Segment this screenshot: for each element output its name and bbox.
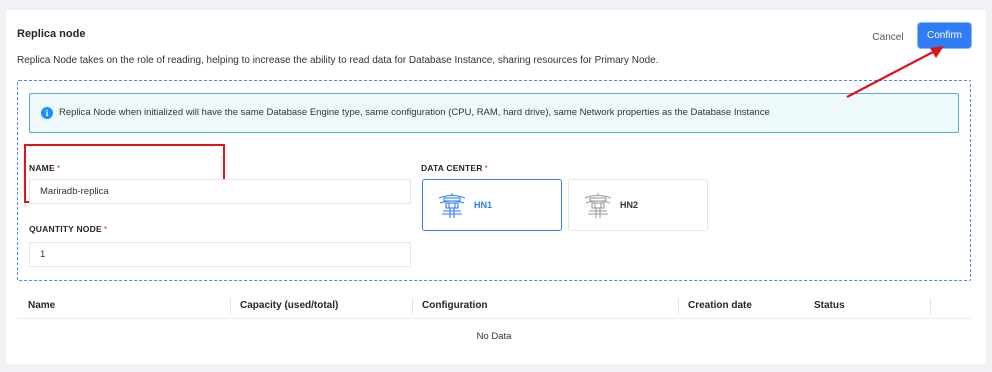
required-mark: * <box>484 163 489 173</box>
info-icon: i <box>41 107 53 119</box>
table-empty-text: No Data <box>476 331 512 342</box>
column-header-capacity[interactable]: Capacity (used/total) <box>240 300 338 311</box>
name-input[interactable]: Mariradb-replica <box>29 179 411 204</box>
data-center-label: DATA CENTER * <box>421 163 489 173</box>
column-divider <box>412 298 413 315</box>
cancel-button[interactable]: Cancel <box>864 26 912 50</box>
datacenter-label-hn1: HN1 <box>474 200 493 210</box>
column-divider <box>230 298 231 315</box>
datacenter-option-hn1[interactable]: HN1 <box>422 179 562 231</box>
pagoda-icon <box>584 193 612 218</box>
page-title: Replica node <box>17 28 86 40</box>
replica-node-card: Replica node Replica Node takes on the r… <box>6 10 986 364</box>
confirm-button[interactable]: Confirm <box>918 23 971 48</box>
name-label: NAME * <box>29 163 61 173</box>
quantity-node-input[interactable]: 1 <box>29 242 411 267</box>
column-header-name[interactable]: Name <box>28 300 55 311</box>
pagoda-icon <box>438 193 466 218</box>
required-mark: * <box>103 224 108 234</box>
datacenter-label-hn2: HN2 <box>620 200 639 210</box>
column-header-configuration[interactable]: Configuration <box>422 300 488 311</box>
datacenter-option-hn2[interactable]: HN2 <box>568 179 708 231</box>
info-alert: i Replica Node when initialized will hav… <box>29 93 959 133</box>
column-divider <box>930 298 931 315</box>
replica-form-container: i Replica Node when initialized will hav… <box>17 80 971 281</box>
column-header-status[interactable]: Status <box>814 300 845 311</box>
info-alert-text: Replica Node when initialized will have … <box>59 107 770 118</box>
column-divider <box>678 298 679 315</box>
page-description: Replica Node takes on the role of readin… <box>17 55 659 66</box>
quantity-node-label: QUANTITY NODE * <box>29 224 108 234</box>
table-header: Name Capacity (used/total) Configuration… <box>17 293 971 319</box>
required-mark: * <box>56 163 61 173</box>
column-header-creation-date[interactable]: Creation date <box>688 300 752 311</box>
